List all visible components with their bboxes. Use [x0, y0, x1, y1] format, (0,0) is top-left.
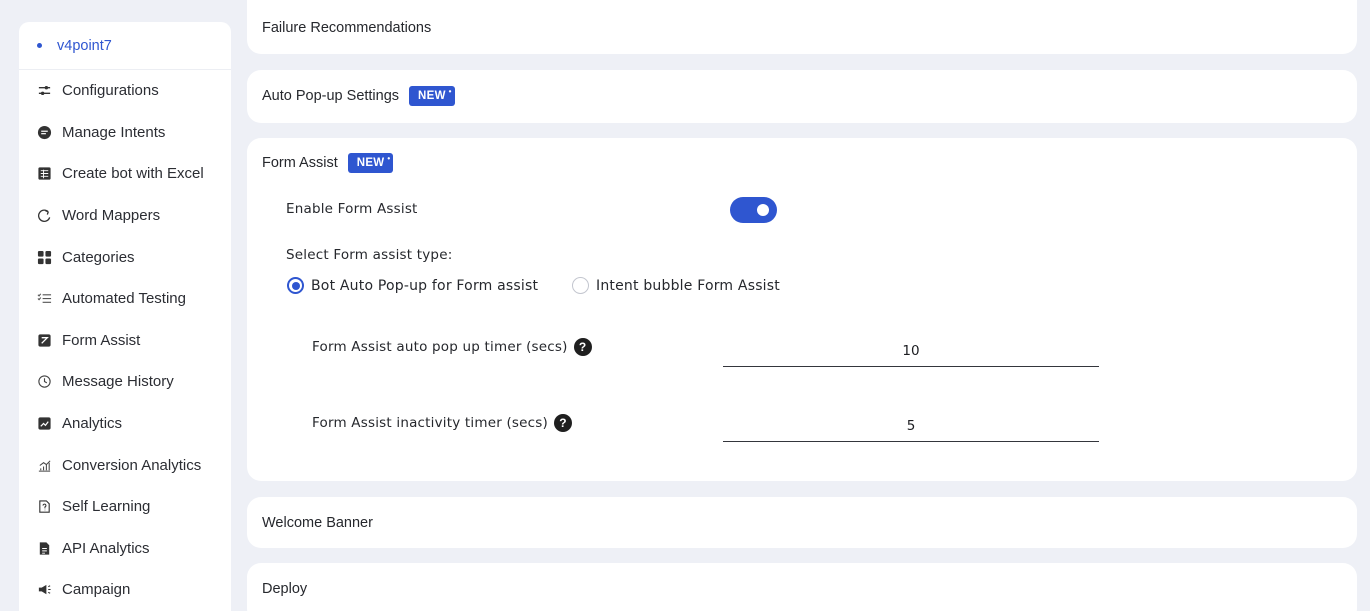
sliders-icon	[36, 83, 52, 99]
project-name: v4point7	[57, 37, 112, 54]
self-learning-icon	[36, 499, 52, 515]
inactivity-timer-label: Form Assist inactivity timer (secs)	[312, 415, 548, 431]
help-icon[interactable]: ?	[554, 414, 572, 432]
toggle-knob	[757, 204, 769, 216]
enable-form-assist-label: Enable Form Assist	[286, 201, 418, 217]
chat-bubble-icon	[36, 124, 52, 140]
sidebar-item-word-mappers[interactable]: Word Mappers	[19, 195, 231, 237]
grid-icon	[36, 249, 52, 265]
sidebar-item-label: Categories	[62, 248, 135, 266]
radio-label: Bot Auto Pop-up for Form assist	[311, 277, 539, 294]
sidebar-item-label: Manage Intents	[62, 123, 166, 141]
new-badge: NEW •	[409, 86, 455, 106]
section-title: Auto Pop-up Settings	[262, 88, 400, 104]
sidebar-item-label: Message History	[62, 373, 174, 391]
sidebar-item-manage-intents[interactable]: Manage Intents	[19, 112, 231, 154]
megaphone-icon	[36, 582, 52, 598]
sidebar-item-label: Automated Testing	[62, 290, 186, 308]
sidebar-project[interactable]: v4point7	[19, 22, 231, 70]
sidebar-item-label: API Analytics	[62, 539, 150, 557]
popup-timer-label: Form Assist auto pop up timer (secs)	[312, 339, 568, 355]
welcome-banner-section[interactable]: Welcome Banner	[247, 497, 1357, 548]
sidebar-item-campaign[interactable]: Campaign	[19, 569, 231, 611]
new-badge: NEW •	[347, 153, 394, 173]
section-title: Welcome Banner	[262, 515, 373, 531]
sidebar-item-message-history[interactable]: Message History	[19, 361, 231, 403]
radio-unselected-icon	[572, 277, 589, 294]
inactivity-timer-input[interactable]: 5	[723, 412, 1099, 442]
api-doc-icon	[36, 540, 52, 556]
failure-recommendations-section[interactable]: Failure Recommendations	[247, 0, 1357, 54]
deploy-section[interactable]: Deploy	[247, 563, 1357, 611]
form-assist-type-label: Select Form assist type:	[286, 247, 453, 263]
analytics-icon	[36, 416, 52, 432]
sidebar: v4point7 Configurations Manage Intents C…	[19, 22, 231, 611]
history-icon	[36, 374, 52, 390]
section-title: Deploy	[262, 581, 308, 597]
sidebar-item-analytics[interactable]: Analytics	[19, 403, 231, 445]
sidebar-item-label: Word Mappers	[62, 207, 161, 225]
help-icon[interactable]: ?	[573, 338, 592, 356]
spreadsheet-icon	[36, 166, 52, 182]
checklist-icon	[36, 291, 52, 307]
sidebar-item-form-assist[interactable]: Form Assist	[19, 320, 231, 362]
sidebar-item-create-bot-excel[interactable]: Create bot with Excel	[19, 153, 231, 195]
bullet-icon	[37, 43, 42, 48]
sidebar-item-label: Create bot with Excel	[62, 165, 204, 183]
sidebar-item-label: Analytics	[62, 415, 123, 433]
radio-label: Intent bubble Form Assist	[596, 277, 780, 294]
sidebar-item-conversion-analytics[interactable]: Conversion Analytics	[19, 444, 231, 486]
section-title: Form Assist	[262, 155, 338, 171]
sidebar-item-label: Conversion Analytics	[62, 456, 202, 474]
section-title: Failure Recommendations	[262, 20, 432, 36]
sidebar-item-categories[interactable]: Categories	[19, 236, 231, 278]
auto-popup-settings-section[interactable]: Auto Pop-up Settings NEW •	[247, 70, 1357, 123]
sidebar-item-label: Campaign	[62, 581, 131, 599]
radio-bot-auto-popup[interactable]: Bot Auto Pop-up for Form assist	[287, 277, 538, 294]
radio-selected-icon	[287, 277, 304, 294]
sidebar-item-label: Self Learning	[62, 498, 151, 516]
enable-form-assist-toggle[interactable]	[730, 197, 777, 223]
sidebar-item-label: Configurations	[62, 82, 159, 100]
sidebar-item-label: Form Assist	[62, 331, 141, 349]
radio-intent-bubble[interactable]: Intent bubble Form Assist	[572, 277, 780, 294]
word-map-icon	[36, 208, 52, 224]
form-icon	[36, 332, 52, 348]
form-assist-section: Form Assist NEW • Enable Form Assist Sele…	[247, 138, 1357, 481]
sidebar-item-automated-testing[interactable]: Automated Testing	[19, 278, 231, 320]
sidebar-item-self-learning[interactable]: Self Learning	[19, 486, 231, 528]
sidebar-item-api-analytics[interactable]: API Analytics	[19, 528, 231, 570]
bar-chart-icon	[36, 457, 52, 473]
sidebar-item-configurations[interactable]: Configurations	[19, 70, 231, 112]
popup-timer-input[interactable]: 10	[723, 337, 1099, 367]
